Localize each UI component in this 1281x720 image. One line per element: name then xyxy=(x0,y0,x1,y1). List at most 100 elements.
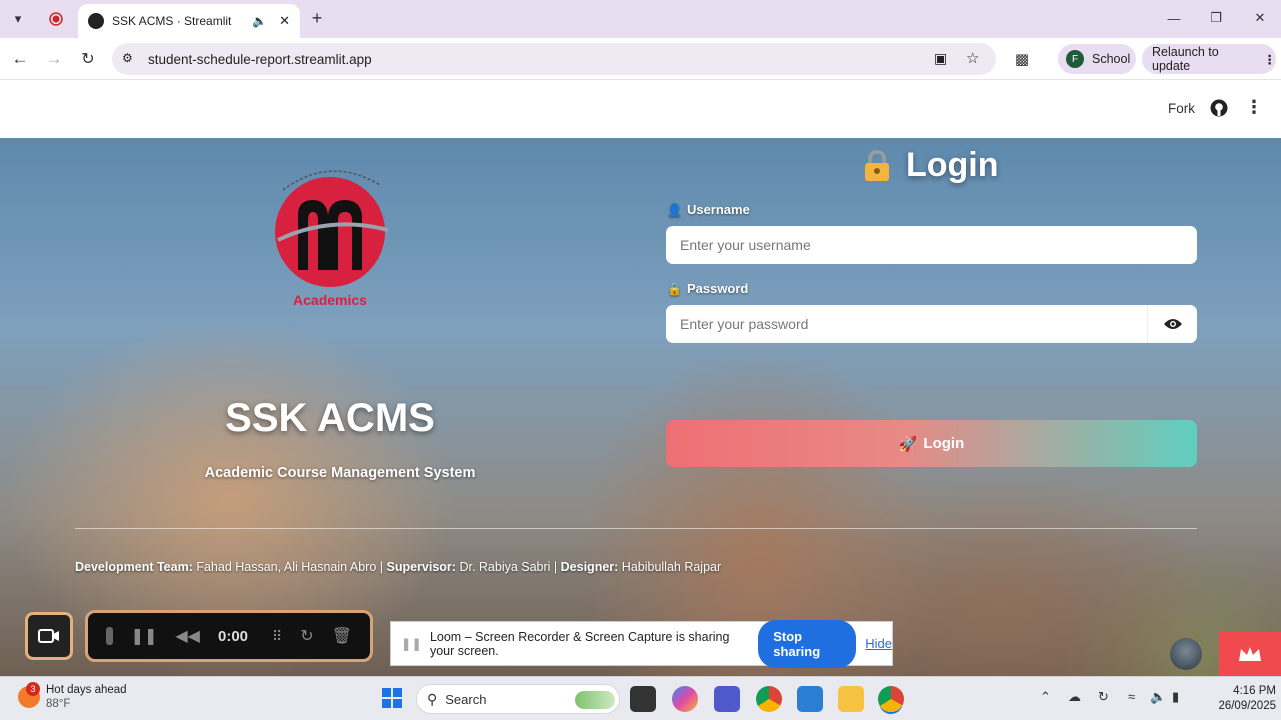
fork-link[interactable]: Fork xyxy=(1168,101,1195,116)
pause-icon[interactable]: ❚❚ xyxy=(131,626,158,646)
file-explorer-icon[interactable] xyxy=(838,686,864,712)
onedrive-icon[interactable]: ☁ xyxy=(1068,689,1081,705)
url-text: student-schedule-report.streamlit.app xyxy=(148,51,372,67)
wifi-icon[interactable]: ≈ xyxy=(1128,689,1135,704)
forward-button[interactable]: → xyxy=(44,49,64,69)
main-menu-icon[interactable]: ⋮ xyxy=(1245,97,1263,118)
tab-ssk-acms[interactable]: SSK ACMS · Streamlit 🔈 ✕ xyxy=(78,4,300,38)
login-heading: Login xyxy=(860,146,999,185)
loom-timer: 0:00 xyxy=(217,627,249,645)
search-highlight-icon xyxy=(575,691,615,709)
search-icon: ⚲ xyxy=(427,690,438,707)
browser-tab-bar: ▾ SSK ACMS · Streamlit 🔈 ✕ + — ❐ ✕ xyxy=(0,0,1281,38)
password-label: 🔒 Password xyxy=(667,281,748,296)
credits-line: Development Team: Fahad Hassan, Ali Hasn… xyxy=(75,560,721,574)
stop-recording-icon[interactable] xyxy=(106,627,113,645)
relaunch-button[interactable]: Relaunch to update ⋮ xyxy=(1142,44,1276,74)
taskbar-search[interactable]: ⚲ Search xyxy=(416,684,620,714)
weather-widget[interactable]: 3 Hot days ahead 88°F xyxy=(18,682,127,711)
profile-button[interactable]: F School xyxy=(1058,44,1136,74)
rewind-icon[interactable]: ◀◀ xyxy=(175,626,200,646)
dev-team-label: Development Team: xyxy=(75,560,193,574)
recording-icon[interactable] xyxy=(46,9,66,29)
institute-logo xyxy=(275,170,389,287)
windows-taskbar: 3 Hot days ahead 88°F ⚲ Search ⌃ ☁ ↻ ≈ 🔈… xyxy=(0,676,1281,720)
volume-icon[interactable]: 🔈 xyxy=(1150,689,1166,705)
kebab-menu-icon[interactable]: ⋮ xyxy=(1264,52,1277,67)
username-label-text: Username xyxy=(686,202,750,217)
reload-button[interactable]: ↻ xyxy=(78,49,98,69)
chrome-icon[interactable] xyxy=(756,686,782,712)
loom-camera-avatar[interactable] xyxy=(1170,638,1202,670)
close-window-button[interactable]: ✕ xyxy=(1250,8,1270,28)
clock-time: 4:16 PM xyxy=(1233,685,1276,697)
chrome-profile-icon[interactable] xyxy=(878,686,904,712)
supervisor-value: Dr. Rabiya Sabri | xyxy=(455,560,561,574)
show-password-button[interactable] xyxy=(1147,305,1197,343)
restart-icon[interactable]: ↻ xyxy=(300,626,313,646)
weather-temp: 88°F xyxy=(46,698,71,710)
install-app-icon[interactable]: ▣ xyxy=(934,50,947,67)
system-clock[interactable]: 4:16 PM 26/09/2025 xyxy=(1196,684,1276,714)
new-tab-button[interactable]: + xyxy=(307,8,327,28)
crown-icon xyxy=(1239,647,1261,661)
relaunch-label: Relaunch to update xyxy=(1152,45,1219,73)
site-settings-icon[interactable]: ⚙ xyxy=(122,51,133,65)
tab-close-icon[interactable]: ✕ xyxy=(279,13,290,29)
user-icon: 👤 xyxy=(667,202,682,217)
login-button[interactable]: 🚀 Login xyxy=(666,420,1197,467)
supervisor-label: Supervisor: xyxy=(386,560,456,574)
screen-sharing-bar: ❚❚ Loom – Screen Recorder & Screen Captu… xyxy=(390,619,893,668)
task-view-icon[interactable] xyxy=(630,686,656,712)
clock-date: 26/09/2025 xyxy=(1218,700,1276,712)
streamlit-header: Fork ⋮ xyxy=(0,81,1281,138)
github-icon[interactable] xyxy=(1210,99,1228,122)
bookmark-star-icon[interactable]: ☆ xyxy=(966,49,979,67)
rocket-icon: 🚀 xyxy=(898,435,918,453)
eye-icon xyxy=(1163,319,1182,329)
password-label-text: Password xyxy=(686,281,749,296)
vscode-icon[interactable] xyxy=(797,686,823,712)
password-input[interactable] xyxy=(666,305,1148,343)
username-input[interactable] xyxy=(666,226,1197,264)
padlock-icon: 🔒 xyxy=(667,281,682,296)
app-title: SSK ACMS xyxy=(225,396,435,440)
drag-handle-icon[interactable]: ❚❚ xyxy=(401,636,422,651)
username-label: 👤 Username xyxy=(667,202,750,217)
hide-link[interactable]: Hide xyxy=(865,636,892,651)
sharing-message: Loom – Screen Recorder & Screen Capture … xyxy=(429,629,730,658)
weather-badge: 3 xyxy=(26,682,40,696)
audio-icon[interactable]: 🔈 xyxy=(252,14,267,28)
stop-sharing-button[interactable]: Stop sharing xyxy=(758,619,857,668)
logo-caption: Academics xyxy=(293,292,367,308)
minimize-button[interactable]: — xyxy=(1164,8,1184,28)
start-button[interactable] xyxy=(380,686,406,712)
lock-icon xyxy=(865,149,889,181)
profile-avatar: F xyxy=(1066,50,1084,68)
search-label: Search xyxy=(445,691,487,707)
loom-recording-controls: ❚❚ ◀◀ 0:00 ⠿ ↻ 🗑 xyxy=(85,610,373,662)
browser-toolbar: ← → ↻ ⚙ student-schedule-report.streamli… xyxy=(0,38,1281,80)
maximize-button[interactable]: ❐ xyxy=(1206,8,1226,28)
streamlit-favicon-icon xyxy=(88,13,104,29)
teams-icon[interactable] xyxy=(714,686,740,712)
designer-value: Habibullah Rajpar xyxy=(618,560,722,574)
address-bar[interactable]: ⚙ student-schedule-report.streamlit.app … xyxy=(112,43,996,75)
delete-icon[interactable]: 🗑 xyxy=(332,626,352,646)
back-button[interactable]: ← xyxy=(10,49,30,69)
extensions-icon[interactable]: ▩ xyxy=(1012,49,1032,69)
battery-icon[interactable]: ▮ xyxy=(1172,689,1179,705)
tab-title: SSK ACMS · Streamlit xyxy=(112,14,232,28)
drawing-tools-icon[interactable]: ⠿ xyxy=(272,628,282,645)
streamlit-badge-button[interactable] xyxy=(1219,632,1281,676)
copilot-icon[interactable] xyxy=(672,686,698,712)
app-background: Academics SSK ACMS Academic Course Manag… xyxy=(0,138,1281,676)
windows-logo-icon xyxy=(382,688,402,708)
tray-chevron-icon[interactable]: ⌃ xyxy=(1040,689,1051,705)
weather-title: Hot days ahead xyxy=(46,684,127,696)
profile-name: School xyxy=(1092,52,1131,66)
sync-icon[interactable]: ↻ xyxy=(1098,689,1109,705)
loom-camera-button[interactable] xyxy=(25,612,73,660)
divider xyxy=(75,528,1197,529)
tab-search-chevron-icon[interactable]: ▾ xyxy=(8,9,28,29)
